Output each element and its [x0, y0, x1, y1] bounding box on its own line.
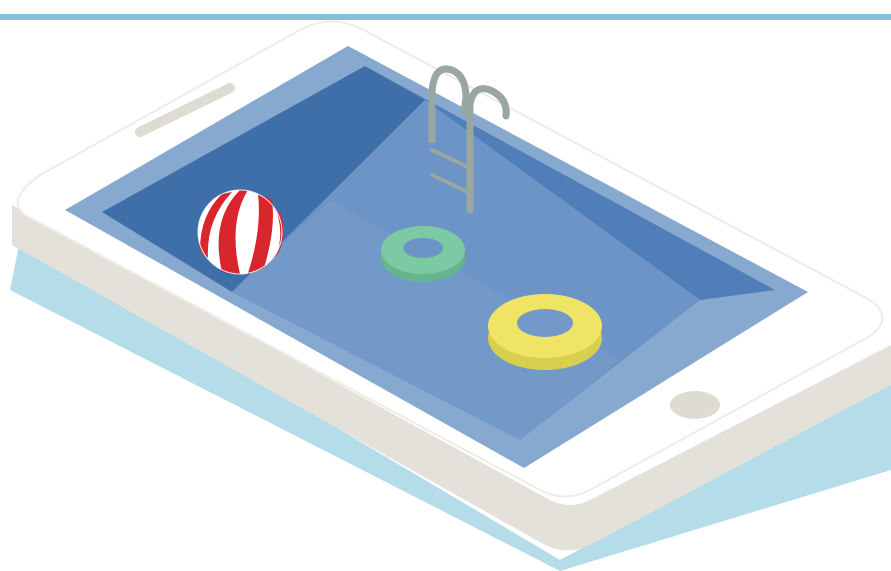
beach-ball-icon: [197, 189, 284, 275]
swim-ring-icon-yellow: [488, 294, 602, 370]
home-button: [670, 391, 720, 419]
swim-ring-icon: [381, 226, 465, 282]
illustration-canvas: [10, 20, 891, 571]
pool-phone-illustration: [0, 0, 891, 571]
